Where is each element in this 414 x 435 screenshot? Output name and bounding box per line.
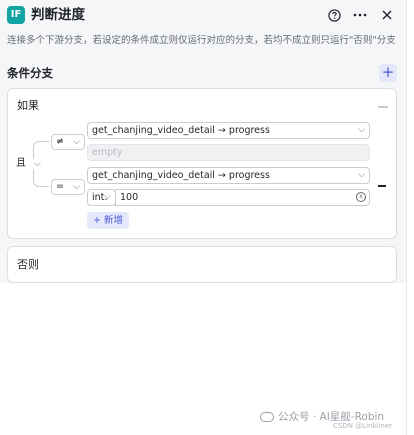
condition-1-operator: ≠ <box>56 136 64 147</box>
more-dots-icon <box>353 13 367 17</box>
condition-2-value-input[interactable]: 100 x <box>115 189 370 206</box>
if-node-icon: IF <box>7 6 25 24</box>
panel-header: IF 判断进度 <box>0 0 406 30</box>
condition-1-variable: get_chanjing_video_detail → progress <box>92 125 270 136</box>
condition-2-operator-select[interactable]: = ⌵ <box>51 179 85 195</box>
add-condition-button[interactable]: + 新增 <box>87 212 129 229</box>
close-button[interactable] <box>377 5 397 25</box>
watermark-credit: CSDN @Linkliner <box>333 422 393 430</box>
close-icon <box>382 10 392 20</box>
chevron-down-icon: ⌵ <box>73 137 80 147</box>
condition-2-type-select[interactable]: int. ⌵ <box>87 189 116 206</box>
add-branch-button[interactable]: + <box>379 64 397 82</box>
if-branch-title: 如果 <box>17 99 39 112</box>
condition-2-variable-select[interactable]: get_chanjing_video_detail → progress ⌵ <box>87 167 370 184</box>
condition-2-variable: get_chanjing_video_detail → progress <box>92 170 270 181</box>
chevron-down-icon: ⌵ <box>358 170 365 180</box>
remove-branch-button[interactable] <box>378 106 388 108</box>
logic-bracket-top <box>33 141 49 159</box>
condition-1-operator-select[interactable]: ≠ ⌵ <box>51 134 85 150</box>
variable-reference-icon[interactable]: x <box>356 192 366 202</box>
else-branch-card: 否则 <box>7 246 397 283</box>
chevron-down-icon[interactable]: ⌵ <box>34 158 41 170</box>
condition-1-value-placeholder: empty <box>92 147 123 158</box>
condition-1-variable-select[interactable]: get_chanjing_video_detail → progress ⌵ <box>87 122 370 139</box>
section-title: 条件分支 <box>7 66 53 80</box>
chevron-down-icon: ⌵ <box>104 192 111 202</box>
chevron-down-icon: ⌵ <box>358 125 365 135</box>
question-circle-icon <box>327 8 341 22</box>
condition-2-operator: = <box>56 181 64 192</box>
wechat-icon <box>260 412 274 422</box>
condition-1-value-field[interactable]: empty <box>87 144 370 161</box>
panel-divider <box>406 0 407 435</box>
chevron-down-icon: ⌵ <box>73 182 80 192</box>
if-branch-card: 如果 <box>7 88 397 239</box>
else-branch-title: 否则 <box>17 258 39 271</box>
node-description: 连接多个下游分支，若设定的条件成立则仅运行对应的分支，若均不成立则只运行"否则"… <box>7 35 396 46</box>
remove-condition-button[interactable] <box>378 185 386 187</box>
logic-operator-label[interactable]: 且 <box>16 158 26 170</box>
more-button[interactable] <box>350 5 370 25</box>
condition-2-value: 100 <box>120 192 139 203</box>
help-button[interactable] <box>324 5 344 25</box>
logic-bracket-bottom <box>33 169 49 187</box>
node-title[interactable]: 判断进度 <box>31 6 85 24</box>
